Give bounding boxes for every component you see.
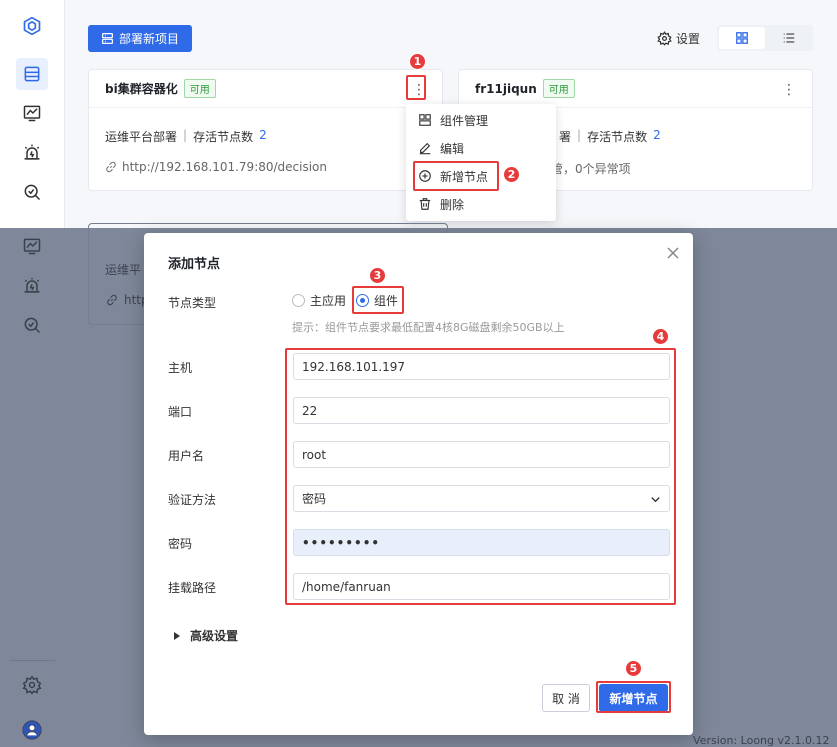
card-status-row: 管，0个异常项 — [551, 160, 631, 177]
mount-path-label: 挂载路径 — [168, 581, 217, 595]
separator: | — [577, 128, 582, 142]
host-label: 主机 — [168, 361, 193, 375]
separator: | — [183, 128, 188, 142]
nodes-label: 存活节点数 — [587, 130, 648, 144]
projects-icon[interactable] — [16, 58, 48, 90]
deploy-project-button[interactable]: 部署新项目 — [88, 25, 192, 52]
menu-item-label: 删除 — [440, 197, 465, 212]
grid-icon — [736, 32, 748, 44]
inspection-icon — [16, 309, 48, 341]
menu-item-label: 编辑 — [440, 141, 465, 156]
step-marker: 5 — [625, 660, 642, 677]
more-options-icon[interactable]: ⋮ — [780, 81, 798, 99]
card-header: fr11jiqun 可用 — [459, 70, 812, 108]
menu-item-edit[interactable]: 编辑 — [418, 138, 464, 158]
list-icon — [783, 33, 795, 43]
alarm-icon — [16, 270, 48, 302]
status-summary: 管，0个异常项 — [551, 162, 631, 176]
project-url[interactable]: http://192.168.101.79:80/decision — [122, 160, 327, 174]
view-toggle — [717, 25, 813, 51]
dialog-title: 添加节点 — [168, 257, 221, 272]
advanced-settings-toggle[interactable]: 高级设置 — [174, 627, 238, 644]
deploy-platform: 署 — [559, 130, 572, 144]
password-label: 密码 — [168, 537, 193, 551]
close-icon[interactable] — [665, 245, 681, 261]
card-info-row: 署 | 存活节点数 2 — [559, 128, 661, 145]
menu-item-components[interactable]: 组件管理 — [418, 110, 488, 130]
step-5-highlight — [596, 681, 671, 713]
sidebar-divider — [10, 660, 55, 661]
alarm-icon[interactable] — [16, 137, 48, 169]
gear-icon — [657, 31, 672, 46]
settings-gear-icon[interactable] — [16, 669, 48, 701]
edit-icon — [419, 142, 431, 155]
step-marker: 3 — [369, 267, 386, 284]
menu-item-delete[interactable]: 删除 — [418, 194, 464, 214]
inspection-icon[interactable] — [16, 176, 48, 208]
link-icon — [106, 161, 116, 173]
status-badge: 可用 — [183, 79, 216, 98]
monitor-icon[interactable] — [16, 97, 48, 129]
settings-label: 设置 — [676, 32, 701, 46]
step-marker: 1 — [409, 53, 426, 70]
logo-icon[interactable] — [16, 10, 48, 42]
version-text: Version: Loong v2.1.0.12 — [693, 734, 830, 747]
advanced-settings-label: 高级设置 — [190, 629, 239, 643]
grid-view-button[interactable] — [719, 27, 765, 49]
card-info-row: 运维平台部署 | 存活节点数 2 — [105, 128, 267, 145]
step-3-highlight — [352, 286, 404, 314]
auth-method-label: 验证方法 — [168, 493, 217, 507]
settings-button[interactable]: 设置 — [657, 30, 700, 47]
cancel-button[interactable]: 取 消 — [542, 684, 590, 712]
caret-right-icon — [174, 631, 180, 640]
node-type-label: 节点类型 — [168, 296, 217, 310]
components-icon — [419, 114, 431, 126]
project-title: fr11jiqun — [475, 81, 537, 96]
server-icon — [102, 33, 113, 44]
deploy-platform: 运维平台部署 — [105, 130, 178, 144]
status-badge: 可用 — [542, 79, 575, 98]
nodes-count: 2 — [259, 128, 267, 142]
background-text: 运维平 — [105, 263, 142, 277]
deploy-project-label: 部署新项目 — [118, 32, 179, 46]
step-marker: 4 — [652, 328, 669, 345]
port-label: 端口 — [168, 405, 193, 419]
project-title: bi集群容器化 — [105, 82, 178, 96]
username-label: 用户名 — [168, 449, 205, 463]
radio-main-app-label[interactable]: 主应用 — [310, 292, 346, 309]
trash-icon — [419, 198, 431, 210]
user-avatar-icon[interactable] — [16, 714, 48, 746]
step-2-highlight — [413, 161, 499, 191]
card-url-row[interactable]: http://192.168.101.79:80/decision — [105, 160, 327, 174]
list-view-button[interactable] — [767, 27, 811, 49]
nodes-label: 存活节点数 — [193, 130, 254, 144]
node-type-hint: 提示：组件节点要求最低配置4核8G磁盘剩余50GB以上 — [292, 321, 565, 334]
menu-item-label: 组件管理 — [440, 113, 489, 128]
step-marker: 2 — [503, 166, 520, 183]
project-card[interactable]: bi集群容器化 可用 ⋮ 运维平台部署 | 存活节点数 2 http://192… — [88, 69, 443, 191]
step-1-highlight — [406, 75, 426, 100]
radio-main-app[interactable] — [292, 294, 305, 307]
step-4-highlight — [285, 348, 676, 605]
link-icon — [107, 294, 117, 306]
card-header: bi集群容器化 可用 — [89, 70, 442, 108]
monitor-icon — [16, 230, 48, 262]
nodes-count: 2 — [653, 128, 661, 142]
